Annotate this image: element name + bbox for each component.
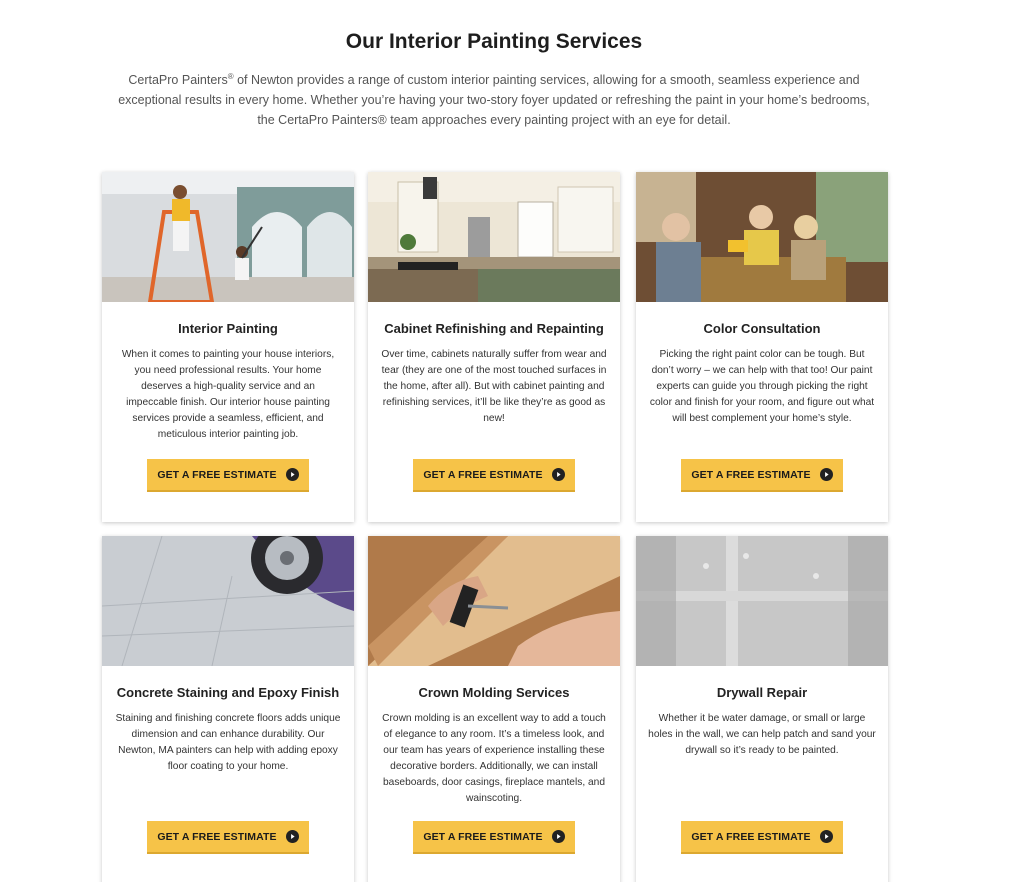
button-label: GET A FREE ESTIMATE (423, 468, 543, 481)
button-label: GET A FREE ESTIMATE (157, 830, 277, 843)
card-title: Interior Painting (178, 321, 278, 336)
get-free-estimate-button[interactable]: GET A FREE ESTIMATE (681, 459, 843, 492)
section-intro: CertaPro Painters® of Newton provides a … (110, 70, 878, 130)
get-free-estimate-button[interactable]: GET A FREE ESTIMATE (681, 821, 843, 854)
arrow-right-circle-icon (551, 468, 565, 481)
button-label: GET A FREE ESTIMATE (157, 468, 277, 481)
arrow-right-circle-icon (285, 468, 299, 481)
interior-painting-image (102, 172, 354, 302)
section-title: Our Interior Painting Services (345, 30, 643, 53)
button-label: GET A FREE ESTIMATE (423, 830, 543, 843)
intro-line-1: of Newton provides a range of custom int… (233, 73, 860, 87)
card-description: Whether it be water damage, or small or … (648, 713, 876, 756)
card-description: Crown molding is an excellent way to add… (382, 713, 606, 804)
intro-brand: CertaPro Painters (128, 73, 228, 87)
card-description: Picking the right paint color can be tou… (649, 349, 875, 424)
intro-line-2: exceptional results in every home. Wheth… (118, 93, 870, 107)
get-free-estimate-button[interactable]: GET A FREE ESTIMATE (413, 459, 575, 492)
cabinet-kitchen-image (368, 172, 620, 302)
epoxy-garage-floor-image (102, 536, 354, 666)
card-description: When it comes to painting your house int… (121, 349, 335, 440)
card-title: Cabinet Refinishing and Repainting (384, 321, 604, 336)
service-card-color-consultation: Color Consultation Picking the right pai… (636, 172, 888, 522)
service-card-crown-molding: Crown Molding Services Crown molding is … (368, 536, 620, 882)
card-title: Color Consultation (703, 321, 821, 336)
button-label: GET A FREE ESTIMATE (691, 468, 811, 481)
card-description: Staining and finishing concrete floors a… (115, 713, 341, 772)
crown-molding-image (368, 536, 620, 666)
service-card-concrete-staining: Concrete Staining and Epoxy Finish Stain… (102, 536, 354, 882)
drywall-patch-image (636, 536, 888, 666)
service-card-drywall-repair: Drywall Repair Whether it be water damag… (636, 536, 888, 882)
service-card-interior-painting: Interior Painting When it comes to paint… (102, 172, 354, 522)
card-title: Crown Molding Services (418, 685, 570, 700)
get-free-estimate-button[interactable]: GET A FREE ESTIMATE (413, 821, 575, 854)
service-card-cabinet-refinishing: Cabinet Refinishing and Repainting Over … (368, 172, 620, 522)
arrow-right-circle-icon (819, 468, 833, 481)
color-consultation-image (636, 172, 888, 302)
intro-line-3: the CertaPro Painters® team approaches e… (257, 113, 731, 127)
card-title: Concrete Staining and Epoxy Finish (116, 685, 340, 700)
card-title: Drywall Repair (716, 685, 808, 700)
arrow-right-circle-icon (819, 830, 833, 843)
button-label: GET A FREE ESTIMATE (691, 830, 811, 843)
card-description: Over time, cabinets naturally suffer fro… (381, 349, 607, 424)
get-free-estimate-button[interactable]: GET A FREE ESTIMATE (147, 459, 309, 492)
get-free-estimate-button[interactable]: GET A FREE ESTIMATE (147, 821, 309, 854)
arrow-right-circle-icon (285, 830, 299, 843)
arrow-right-circle-icon (551, 830, 565, 843)
